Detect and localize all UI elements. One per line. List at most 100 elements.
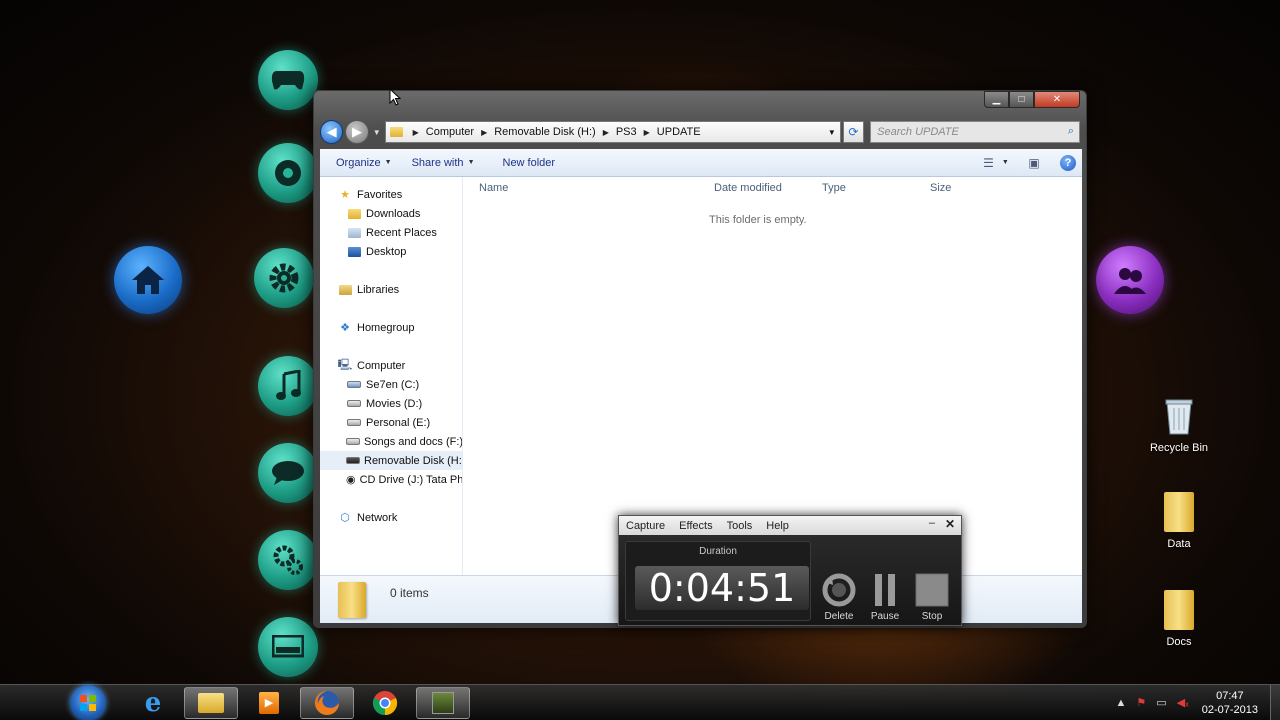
action-center-icon[interactable]: ⚑ [1136,696,1146,709]
refresh-button[interactable]: ⟳ [842,121,865,143]
share-with-menu[interactable]: Share with ▼ [408,157,491,169]
organize-menu[interactable]: Organize ▼ [320,157,408,169]
view-options-button[interactable]: ☰ ▼ [983,153,1009,173]
breadcrumb-removable-disk[interactable]: Removable Disk (H:) [494,126,595,138]
nav-drive-h[interactable]: Removable Disk (H:) [320,451,462,470]
drive-icon [346,435,360,449]
nav-label: Computer [357,359,406,372]
folder-icon [1164,492,1194,532]
docs-folder-shortcut[interactable]: Docs [1144,590,1214,648]
duration-panel: Duration 0:04:51 [625,541,811,621]
system-tray: ▲ ⚑ ▭ ◀ₓ 07:47 02-07-2013 [1110,684,1280,720]
star-icon: ★ [340,189,350,201]
close-button[interactable]: ✕ [1034,91,1080,108]
minimize-button[interactable]: ▁ [984,91,1009,108]
taskbar-recorder[interactable] [416,686,470,719]
menu-help[interactable]: Help [766,520,789,532]
delete-icon [819,573,859,607]
arrow-right-icon: ▶ [352,124,363,139]
pause-icon [865,573,905,607]
monitor-dock-button[interactable] [258,617,318,677]
people-icon [1114,268,1146,294]
search-placeholder: Search UPDATE [877,126,959,138]
nav-libraries[interactable]: Libraries [320,280,462,299]
command-bar: Organize ▼ Share with ▼ New folder ☰ ▼ ▣ ? [320,149,1082,177]
desktop-icon [346,245,362,259]
gamepad-dock-button[interactable] [258,50,318,110]
recent-pages-button[interactable]: ▼ [373,128,381,137]
media-player-icon: ▶ [259,691,279,714]
music-dock-button[interactable] [258,356,318,416]
pause-label: Pause [870,611,900,622]
nav-label: Favorites [357,188,403,201]
maximize-button[interactable]: □ [1009,91,1034,108]
nav-recent-places[interactable]: Recent Places [320,223,462,242]
organize-label: Organize [336,156,381,169]
nav-favorites[interactable]: ★ Favorites [320,185,462,204]
new-folder-button[interactable]: New folder [491,157,572,169]
taskbar-chrome[interactable] [358,687,412,719]
stop-icon [912,573,952,607]
nav-drive-d[interactable]: Movies (D:) [320,394,462,413]
column-date-modified[interactable]: Date modified [714,182,782,194]
recycle-bin-shortcut[interactable]: Recycle Bin [1144,396,1214,454]
column-type[interactable]: Type [822,182,846,194]
forward-button[interactable]: ▶ [345,120,369,144]
data-folder-shortcut[interactable]: Data [1144,492,1214,550]
menu-capture[interactable]: Capture [626,520,665,532]
menu-effects[interactable]: Effects [679,520,712,532]
chrome-icon [372,690,398,715]
duration-label: Duration [699,546,737,557]
chevron-down-icon[interactable]: ▼ [828,128,836,137]
taskbar-firefox[interactable] [300,686,354,719]
nav-drive-e[interactable]: Personal (E:) [320,413,462,432]
nav-network[interactable]: ⬡ Network [320,508,462,527]
stop-button[interactable]: Stop [912,573,952,622]
chat-dock-button[interactable] [258,443,318,503]
taskbar-internet-explorer[interactable]: e [126,687,180,719]
home-dock-button[interactable] [114,246,182,314]
network-status-icon[interactable]: ▭ [1156,696,1166,709]
taskbar-explorer[interactable] [184,686,238,719]
back-button[interactable]: ◀ [320,120,344,144]
help-button[interactable]: ? [1060,154,1076,171]
delete-button[interactable]: Delete [819,573,859,622]
nav-downloads[interactable]: Downloads [320,204,462,223]
menu-tools[interactable]: Tools [727,520,753,532]
show-hidden-icons-button[interactable]: ▲ [1115,697,1126,709]
nav-label: Network [357,511,398,524]
search-input[interactable]: Search UPDATE ⌕ [870,121,1080,143]
people-dock-button[interactable] [1096,246,1164,314]
close-icon[interactable]: ✕ [945,517,955,531]
nav-homegroup[interactable]: ❖ Homegroup [320,318,462,337]
recorder-menu-bar: Capture Effects Tools Help – ✕ [619,516,961,535]
preview-pane-button[interactable]: ▣ [1022,153,1046,173]
pause-button[interactable]: Pause [865,573,905,622]
nav-computer[interactable]: 🖳 Computer [320,356,462,375]
nav-drive-c[interactable]: Se7en (C:) [320,375,462,394]
breadcrumb-ps3[interactable]: PS3 [616,126,637,138]
address-bar[interactable]: ▶ Computer ▶ Removable Disk (H:) ▶ PS3 ▶… [384,121,841,143]
gamepad-icon [271,71,305,90]
nav-drive-f[interactable]: Songs and docs (F:) [320,432,462,451]
clock[interactable]: 07:47 02-07-2013 [1202,689,1258,717]
nav-drive-j[interactable]: ◉ CD Drive (J:) Tata Ph [320,470,462,489]
disc-dock-button[interactable] [258,143,318,203]
start-button[interactable] [70,684,106,720]
column-size[interactable]: Size [930,182,951,194]
breadcrumb-computer[interactable]: Computer [426,126,474,138]
minimize-icon[interactable]: – [929,517,935,529]
taskbar-media-player[interactable]: ▶ [242,687,296,719]
taskbar: e ▶ ▲ ⚑ ▭ ◀ₓ 07:47 02-07-2013 [0,684,1280,720]
nav-desktop[interactable]: Desktop [320,242,462,261]
network-icon: ⬡ [340,512,350,524]
disc-icon [275,160,301,186]
breadcrumb-update[interactable]: UPDATE [657,126,701,138]
settings-dock-button[interactable] [254,248,314,308]
gears-dock-button[interactable] [258,530,318,590]
volume-muted-icon[interactable]: ◀ₓ [1177,696,1189,709]
search-icon: ⌕ [1067,125,1074,137]
column-name[interactable]: Name [479,182,508,194]
clock-time: 07:47 [1216,689,1244,702]
show-desktop-button[interactable] [1270,684,1280,720]
